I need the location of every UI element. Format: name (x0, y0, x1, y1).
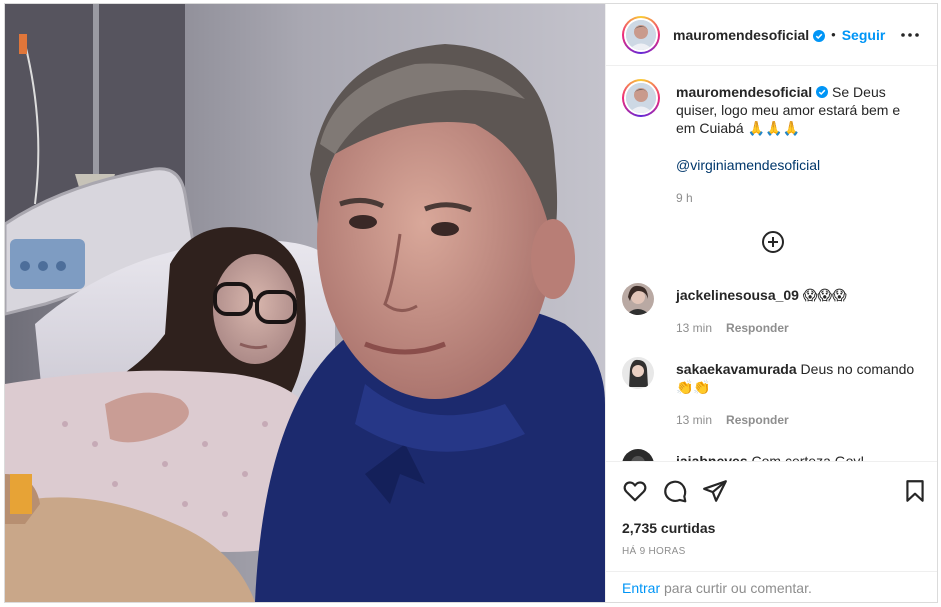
commenter-avatar[interactable] (622, 357, 654, 389)
login-link[interactable]: Entrar (622, 580, 660, 596)
caption-text: mauromendesoficial Se Deus quiser, logo … (676, 83, 916, 137)
more-horizontal-icon[interactable] (898, 23, 922, 47)
post-photo[interactable] (5, 4, 605, 602)
author-username[interactable]: mauromendesoficial (673, 27, 809, 43)
post-header: mauromendesoficial • Seguir (606, 4, 937, 66)
comment-time: 13 min (676, 321, 713, 335)
post-side-panel: mauromendesoficial • Seguir mauromendeso… (605, 4, 937, 602)
caption-time: 9 h (676, 191, 693, 205)
comment-text: 😱😱😱 (802, 287, 847, 303)
author-avatar[interactable] (622, 15, 660, 54)
login-hint-text: para curtir ou comentar. (660, 580, 812, 596)
caption-avatar[interactable] (622, 79, 660, 117)
comment-icon[interactable] (662, 478, 688, 504)
load-more-comments-icon[interactable] (761, 230, 785, 254)
commenter-avatar[interactable] (622, 283, 654, 315)
post-timestamp[interactable]: HÁ 9 HORAS (622, 546, 686, 557)
caption-username[interactable]: mauromendesoficial (676, 84, 812, 100)
likes-count[interactable]: 2,735 curtidas (622, 520, 715, 536)
commenter-avatar[interactable] (622, 449, 654, 461)
reply-button[interactable]: Responder (726, 321, 789, 335)
action-bar: 2,735 curtidas HÁ 9 HORAS (606, 461, 937, 571)
verified-badge-icon (816, 84, 829, 98)
verified-badge-icon (813, 29, 826, 42)
reply-button[interactable]: Responder (726, 413, 789, 427)
separator-dot: • (831, 27, 836, 42)
comment-time: 13 min (676, 413, 713, 427)
share-icon[interactable] (702, 478, 728, 504)
comment-username[interactable]: jaiabneves (676, 453, 748, 461)
bookmark-icon[interactable] (902, 478, 928, 504)
instagram-post: mauromendesoficial • Seguir mauromendeso… (4, 3, 938, 603)
comment-username[interactable]: sakaekavamurada (676, 361, 797, 377)
comment-text: Com certeza Gov! (751, 453, 865, 461)
heart-icon[interactable] (622, 478, 648, 504)
comment-username[interactable]: jackelinesousa_09 (676, 287, 799, 303)
comments-list[interactable]: mauromendesoficial Se Deus quiser, logo … (606, 67, 937, 461)
login-to-comment: Entrar para curtir ou comentar. (606, 571, 937, 602)
follow-button[interactable]: Seguir (842, 27, 886, 43)
caption-mention-link[interactable]: @virginiamendesoficial (676, 157, 820, 173)
